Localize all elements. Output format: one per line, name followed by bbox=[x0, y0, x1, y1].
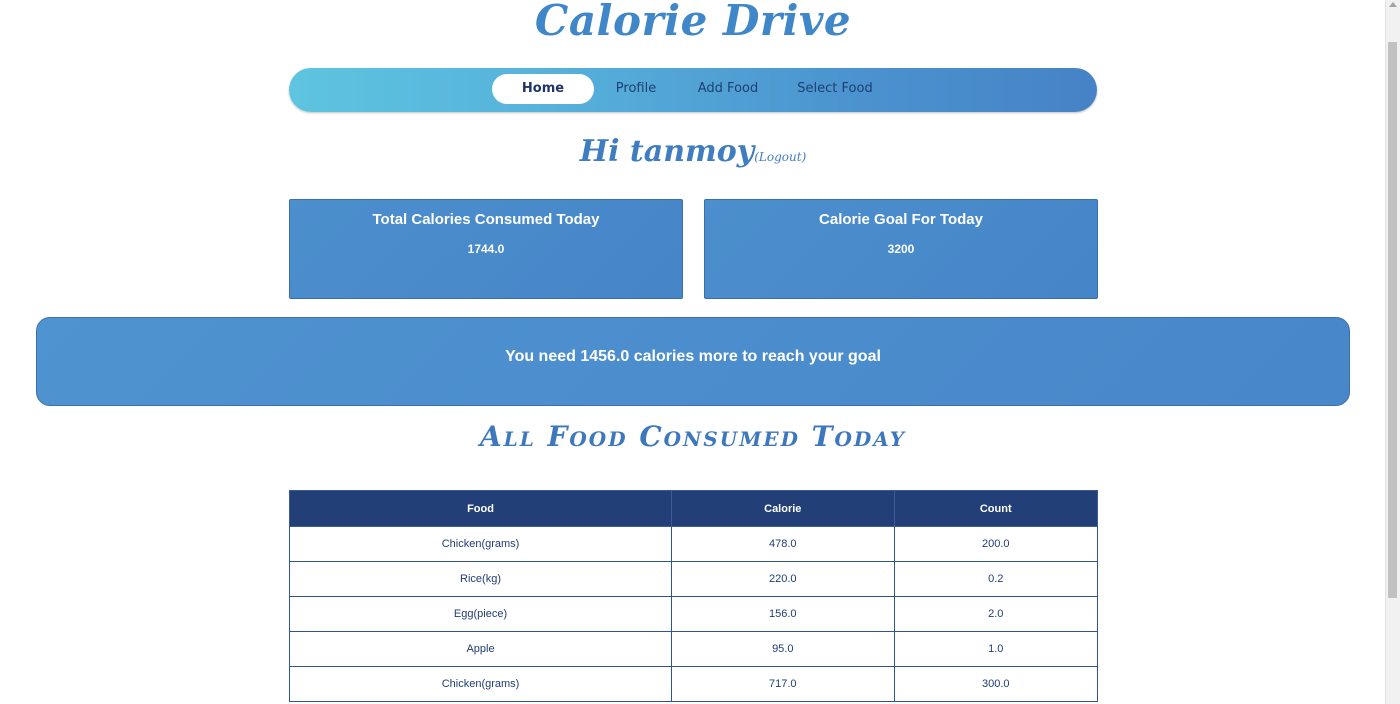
food-cell: Chicken(grams) bbox=[288, 666, 673, 702]
calorie-cell: 220.0 bbox=[671, 561, 895, 597]
table-row: Chicken(grams) 478.0 200.0 bbox=[288, 526, 1098, 562]
calorie-cell: 156.0 bbox=[671, 596, 895, 632]
calories-consumed-title: Total Calories Consumed Today bbox=[372, 211, 600, 228]
food-cell: Apple bbox=[288, 631, 673, 667]
column-header-count: Count bbox=[893, 490, 1098, 527]
scrollbar-thumb[interactable] bbox=[1388, 42, 1397, 598]
food-cell: Chicken(grams) bbox=[288, 526, 673, 562]
calories-consumed-card: Total Calories Consumed Today 1744.0 bbox=[289, 199, 683, 299]
nav-add-food-link[interactable]: Add Food bbox=[689, 74, 767, 104]
nav-home-link[interactable]: Home bbox=[492, 74, 594, 104]
food-table: Food Calorie Count Chicken(grams) 478.0 … bbox=[288, 490, 1098, 702]
table-row: Egg(piece) 156.0 2.0 bbox=[288, 596, 1098, 632]
section-title: All Food Consumed Today bbox=[479, 420, 907, 453]
navbar: Home Profile Add Food Select Food bbox=[289, 68, 1097, 112]
count-cell: 200.0 bbox=[893, 526, 1098, 562]
table-row: Apple 95.0 1.0 bbox=[288, 631, 1098, 667]
greeting-text: Hi tanmoy bbox=[579, 134, 755, 169]
calorie-cell: 717.0 bbox=[671, 666, 895, 702]
table-row: Chicken(grams) 717.0 300.0 bbox=[288, 666, 1098, 702]
greeting: Hi tanmoy(Logout) bbox=[0, 134, 1386, 169]
count-cell: 0.2 bbox=[893, 561, 1098, 597]
column-header-calorie: Calorie bbox=[671, 490, 895, 527]
scroll-up-arrow-icon[interactable] bbox=[1389, 2, 1397, 7]
calorie-goal-card: Calorie Goal For Today 3200 bbox=[704, 199, 1098, 299]
logout-link[interactable]: (Logout) bbox=[754, 150, 806, 164]
calorie-goal-value: 3200 bbox=[887, 242, 915, 256]
app-title: Calorie Drive bbox=[534, 0, 852, 45]
food-cell: Rice(kg) bbox=[288, 561, 673, 597]
table-row: Rice(kg) 220.0 0.2 bbox=[288, 561, 1098, 597]
food-cell: Egg(piece) bbox=[288, 596, 673, 632]
count-cell: 1.0 bbox=[893, 631, 1098, 667]
calorie-cell: 478.0 bbox=[671, 526, 895, 562]
calorie-cell: 95.0 bbox=[671, 631, 895, 667]
count-cell: 300.0 bbox=[893, 666, 1098, 702]
calories-consumed-value: 1744.0 bbox=[467, 242, 505, 256]
table-header-row: Food Calorie Count bbox=[288, 490, 1098, 527]
column-header-food: Food bbox=[288, 490, 673, 527]
count-cell: 2.0 bbox=[893, 596, 1098, 632]
nav-profile-link[interactable]: Profile bbox=[606, 74, 666, 104]
vertical-scrollbar[interactable] bbox=[1385, 0, 1400, 704]
remaining-calories-banner: You need 1456.0 calories more to reach y… bbox=[36, 317, 1350, 406]
page: Calorie Drive Home Profile Add Food Sele… bbox=[0, 0, 1400, 704]
nav-select-food-link[interactable]: Select Food bbox=[791, 74, 879, 104]
calorie-goal-title: Calorie Goal For Today bbox=[819, 211, 983, 228]
